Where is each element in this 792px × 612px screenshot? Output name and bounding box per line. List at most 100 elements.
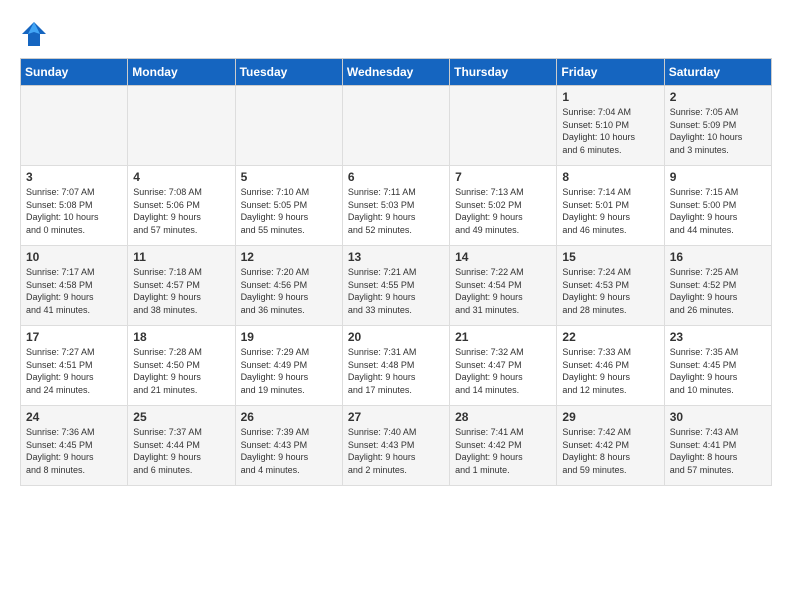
day-number: 21 bbox=[455, 330, 551, 344]
calendar-cell: 29 Sunrise: 7:42 AM Sunset: 4:42 PM Dayli… bbox=[557, 406, 664, 486]
calendar-cell: 23Sunrise: 7:35 AM Sunset: 4:45 PM Dayli… bbox=[664, 326, 771, 406]
calendar-cell: 9 Sunrise: 7:15 AM Sunset: 5:00 PM Daylig… bbox=[664, 166, 771, 246]
day-number: 16 bbox=[670, 250, 766, 264]
day-info: Sunrise: 7:10 AM Sunset: 5:05 PM Dayligh… bbox=[241, 186, 337, 236]
day-info: Sunrise: 7:29 AM Sunset: 4:49 PM Dayligh… bbox=[241, 346, 337, 396]
day-info: Sunrise: 7:33 AM Sunset: 4:46 PM Dayligh… bbox=[562, 346, 658, 396]
calendar-cell: 5 Sunrise: 7:10 AM Sunset: 5:05 PM Daylig… bbox=[235, 166, 342, 246]
calendar-cell: 2 Sunrise: 7:05 AM Sunset: 5:09 PM Daylig… bbox=[664, 86, 771, 166]
day-number: 19 bbox=[241, 330, 337, 344]
calendar-cell: 10 Sunrise: 7:17 AM Sunset: 4:58 PM Dayli… bbox=[21, 246, 128, 326]
logo bbox=[20, 20, 52, 48]
day-info: Sunrise: 7:32 AM Sunset: 4:47 PM Dayligh… bbox=[455, 346, 551, 396]
calendar-cell bbox=[128, 86, 235, 166]
day-info: Sunrise: 7:17 AM Sunset: 4:58 PM Dayligh… bbox=[26, 266, 122, 316]
day-info: Sunrise: 7:39 AM Sunset: 4:43 PM Dayligh… bbox=[241, 426, 337, 476]
day-number: 30 bbox=[670, 410, 766, 424]
day-info: Sunrise: 7:22 AM Sunset: 4:54 PM Dayligh… bbox=[455, 266, 551, 316]
day-info: Sunrise: 7:43 AM Sunset: 4:41 PM Dayligh… bbox=[670, 426, 766, 476]
header bbox=[20, 20, 772, 48]
week-row-2: 3 Sunrise: 7:07 AM Sunset: 5:08 PM Daylig… bbox=[21, 166, 772, 246]
day-number: 9 bbox=[670, 170, 766, 184]
day-number: 25 bbox=[133, 410, 229, 424]
calendar-cell: 22 Sunrise: 7:33 AM Sunset: 4:46 PM Dayli… bbox=[557, 326, 664, 406]
calendar-cell: 11 Sunrise: 7:18 AM Sunset: 4:57 PM Dayli… bbox=[128, 246, 235, 326]
day-number: 2 bbox=[670, 90, 766, 104]
day-number: 14 bbox=[455, 250, 551, 264]
header-monday: Monday bbox=[128, 59, 235, 86]
day-info: Sunrise: 7:27 AM Sunset: 4:51 PM Dayligh… bbox=[26, 346, 122, 396]
day-number: 3 bbox=[26, 170, 122, 184]
header-wednesday: Wednesday bbox=[342, 59, 449, 86]
day-number: 22 bbox=[562, 330, 658, 344]
day-number: 7 bbox=[455, 170, 551, 184]
day-info: Sunrise: 7:31 AM Sunset: 4:48 PM Dayligh… bbox=[348, 346, 444, 396]
calendar-cell: 27Sunrise: 7:40 AM Sunset: 4:43 PM Dayli… bbox=[342, 406, 449, 486]
day-number: 29 bbox=[562, 410, 658, 424]
day-number: 6 bbox=[348, 170, 444, 184]
day-number: 20 bbox=[348, 330, 444, 344]
day-info: Sunrise: 7:28 AM Sunset: 4:50 PM Dayligh… bbox=[133, 346, 229, 396]
calendar-table: SundayMondayTuesdayWednesdayThursdayFrid… bbox=[20, 58, 772, 486]
header-tuesday: Tuesday bbox=[235, 59, 342, 86]
calendar-cell: 4Sunrise: 7:08 AM Sunset: 5:06 PM Daylig… bbox=[128, 166, 235, 246]
day-info: Sunrise: 7:20 AM Sunset: 4:56 PM Dayligh… bbox=[241, 266, 337, 316]
calendar-cell: 28Sunrise: 7:41 AM Sunset: 4:42 PM Dayli… bbox=[450, 406, 557, 486]
day-number: 10 bbox=[26, 250, 122, 264]
day-info: Sunrise: 7:37 AM Sunset: 4:44 PM Dayligh… bbox=[133, 426, 229, 476]
day-number: 23 bbox=[670, 330, 766, 344]
header-saturday: Saturday bbox=[664, 59, 771, 86]
calendar-cell: 8 Sunrise: 7:14 AM Sunset: 5:01 PM Daylig… bbox=[557, 166, 664, 246]
calendar-cell: 1 Sunrise: 7:04 AM Sunset: 5:10 PM Daylig… bbox=[557, 86, 664, 166]
calendar-cell: 24Sunrise: 7:36 AM Sunset: 4:45 PM Dayli… bbox=[21, 406, 128, 486]
calendar-cell: 30 Sunrise: 7:43 AM Sunset: 4:41 PM Dayli… bbox=[664, 406, 771, 486]
day-number: 28 bbox=[455, 410, 551, 424]
day-info: Sunrise: 7:13 AM Sunset: 5:02 PM Dayligh… bbox=[455, 186, 551, 236]
calendar-cell: 15 Sunrise: 7:24 AM Sunset: 4:53 PM Dayli… bbox=[557, 246, 664, 326]
day-info: Sunrise: 7:18 AM Sunset: 4:57 PM Dayligh… bbox=[133, 266, 229, 316]
header-friday: Friday bbox=[557, 59, 664, 86]
header-sunday: Sunday bbox=[21, 59, 128, 86]
day-info: Sunrise: 7:07 AM Sunset: 5:08 PM Dayligh… bbox=[26, 186, 122, 236]
calendar-cell: 25 Sunrise: 7:37 AM Sunset: 4:44 PM Dayli… bbox=[128, 406, 235, 486]
calendar-cell: 12 Sunrise: 7:20 AM Sunset: 4:56 PM Dayli… bbox=[235, 246, 342, 326]
day-number: 1 bbox=[562, 90, 658, 104]
day-info: Sunrise: 7:14 AM Sunset: 5:01 PM Dayligh… bbox=[562, 186, 658, 236]
day-info: Sunrise: 7:42 AM Sunset: 4:42 PM Dayligh… bbox=[562, 426, 658, 476]
header-thursday: Thursday bbox=[450, 59, 557, 86]
day-number: 12 bbox=[241, 250, 337, 264]
calendar-cell: 19 Sunrise: 7:29 AM Sunset: 4:49 PM Dayli… bbox=[235, 326, 342, 406]
day-number: 26 bbox=[241, 410, 337, 424]
day-number: 11 bbox=[133, 250, 229, 264]
day-info: Sunrise: 7:04 AM Sunset: 5:10 PM Dayligh… bbox=[562, 106, 658, 156]
day-number: 13 bbox=[348, 250, 444, 264]
day-number: 8 bbox=[562, 170, 658, 184]
day-info: Sunrise: 7:21 AM Sunset: 4:55 PM Dayligh… bbox=[348, 266, 444, 316]
calendar-cell: 14 Sunrise: 7:22 AM Sunset: 4:54 PM Dayli… bbox=[450, 246, 557, 326]
calendar-cell: 21 Sunrise: 7:32 AM Sunset: 4:47 PM Dayli… bbox=[450, 326, 557, 406]
day-number: 18 bbox=[133, 330, 229, 344]
week-row-1: 1 Sunrise: 7:04 AM Sunset: 5:10 PM Daylig… bbox=[21, 86, 772, 166]
calendar-cell: 7 Sunrise: 7:13 AM Sunset: 5:02 PM Daylig… bbox=[450, 166, 557, 246]
calendar-cell: 20 Sunrise: 7:31 AM Sunset: 4:48 PM Dayli… bbox=[342, 326, 449, 406]
day-info: Sunrise: 7:36 AM Sunset: 4:45 PM Dayligh… bbox=[26, 426, 122, 476]
calendar-cell: 3 Sunrise: 7:07 AM Sunset: 5:08 PM Daylig… bbox=[21, 166, 128, 246]
day-info: Sunrise: 7:05 AM Sunset: 5:09 PM Dayligh… bbox=[670, 106, 766, 156]
day-number: 5 bbox=[241, 170, 337, 184]
calendar-cell: 16 Sunrise: 7:25 AM Sunset: 4:52 PM Dayli… bbox=[664, 246, 771, 326]
day-number: 4 bbox=[133, 170, 229, 184]
calendar-cell: 13 Sunrise: 7:21 AM Sunset: 4:55 PM Dayli… bbox=[342, 246, 449, 326]
day-number: 27 bbox=[348, 410, 444, 424]
calendar-cell bbox=[450, 86, 557, 166]
calendar-cell bbox=[21, 86, 128, 166]
calendar-cell bbox=[342, 86, 449, 166]
calendar-cell: 17Sunrise: 7:27 AM Sunset: 4:51 PM Dayli… bbox=[21, 326, 128, 406]
week-row-3: 10 Sunrise: 7:17 AM Sunset: 4:58 PM Dayli… bbox=[21, 246, 772, 326]
day-info: Sunrise: 7:15 AM Sunset: 5:00 PM Dayligh… bbox=[670, 186, 766, 236]
day-number: 15 bbox=[562, 250, 658, 264]
day-info: Sunrise: 7:25 AM Sunset: 4:52 PM Dayligh… bbox=[670, 266, 766, 316]
calendar-cell bbox=[235, 86, 342, 166]
calendar-cell: 6Sunrise: 7:11 AM Sunset: 5:03 PM Daylig… bbox=[342, 166, 449, 246]
day-info: Sunrise: 7:24 AM Sunset: 4:53 PM Dayligh… bbox=[562, 266, 658, 316]
calendar-cell: 26 Sunrise: 7:39 AM Sunset: 4:43 PM Dayli… bbox=[235, 406, 342, 486]
